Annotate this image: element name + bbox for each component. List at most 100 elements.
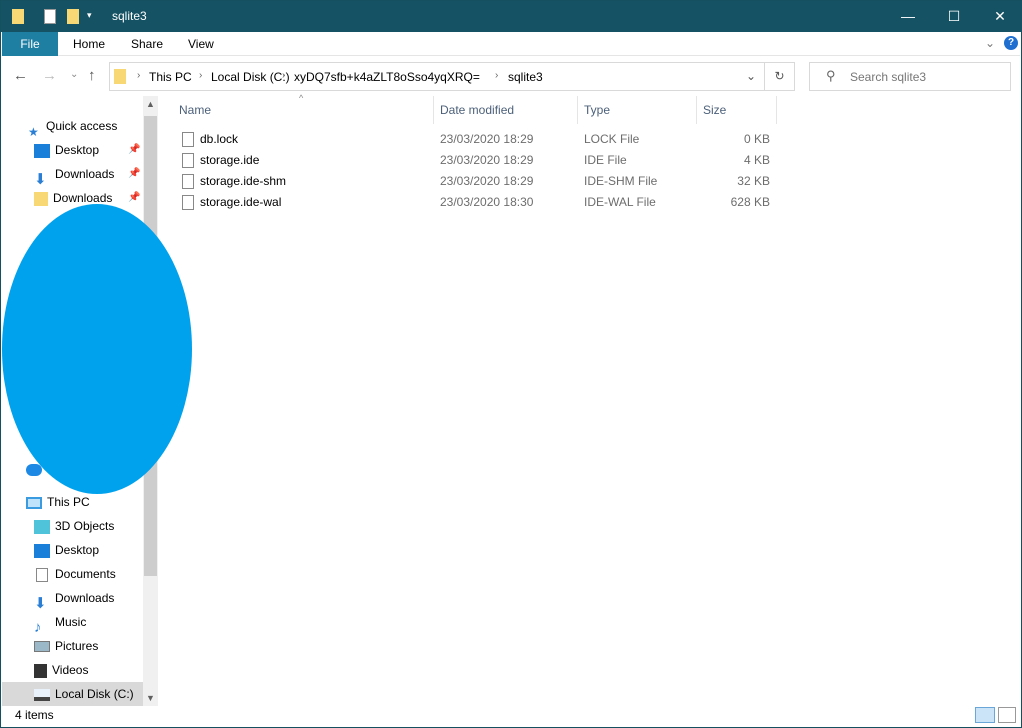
- search-input[interactable]: ⚲ Search sqlite3: [809, 62, 1011, 91]
- column-header-size[interactable]: Size: [697, 96, 777, 124]
- sidebar-item-label: Downloads: [53, 191, 113, 205]
- sidebar-item-label: Pictures: [55, 639, 99, 653]
- sidebar-item-label: Downloads: [55, 167, 115, 181]
- status-bar: 4 items: [2, 704, 1022, 726]
- sidebar-item-label: Downloads: [55, 591, 115, 605]
- ribbon-tabs: File Home Share View ⌄ ?: [2, 32, 1020, 56]
- breadcrumb-sqlite3[interactable]: sqlite3: [508, 70, 543, 84]
- sidebar-item-label: Documents: [55, 567, 116, 581]
- sidebar-item-label: Music: [55, 615, 87, 629]
- details-view-button[interactable]: [975, 707, 995, 723]
- document-icon: [36, 567, 48, 582]
- maximize-button[interactable]: ☐: [931, 1, 977, 32]
- file-row[interactable]: storage.ide 23/03/2020 18:29 IDE File 4 …: [166, 150, 786, 171]
- file-size: 4 KB: [743, 153, 770, 167]
- breadcrumb-folder[interactable]: xyDQ7sfb+k4aZLT8oSso4yqXRQ=: [294, 70, 480, 84]
- address-dropdown-icon[interactable]: ⌄: [746, 69, 756, 83]
- search-placeholder: Search sqlite3: [850, 70, 927, 84]
- file-type: IDE-WAL File: [584, 195, 656, 209]
- file-date: 23/03/2020 18:29: [440, 174, 534, 188]
- file-row[interactable]: storage.ide-wal 23/03/2020 18:30 IDE-WAL…: [166, 192, 786, 213]
- column-header-type[interactable]: Type: [578, 96, 697, 124]
- folder-icon: [12, 9, 24, 24]
- sidebar-item-this-pc[interactable]: This PC: [26, 490, 90, 514]
- file-date: 23/03/2020 18:29: [440, 153, 534, 167]
- cube-icon: [34, 519, 50, 534]
- sidebar-item-label: Quick access: [46, 119, 118, 133]
- download-icon: ⬇: [34, 170, 47, 188]
- sidebar-item-documents[interactable]: Documents: [34, 562, 116, 586]
- help-icon[interactable]: ?: [1004, 36, 1018, 50]
- navigation-bar: ← → ⌄ ↑ › This PC › Local Disk (C:) › xy…: [2, 61, 1020, 91]
- file-size: 0 KB: [743, 132, 770, 146]
- column-header-date[interactable]: Date modified: [434, 96, 578, 124]
- desktop-icon: [34, 543, 50, 558]
- pictures-icon: [34, 641, 50, 653]
- sidebar-item-label: This PC: [47, 495, 90, 509]
- drive-icon: [34, 688, 50, 701]
- title-bar: ▾ sqlite3 — ☐ ✕: [1, 1, 1022, 32]
- sidebar-item-label: Local Disk (C:): [55, 687, 134, 701]
- tab-file[interactable]: File: [2, 32, 58, 56]
- file-icon: [182, 195, 194, 210]
- sidebar-item-label: 3D Objects: [55, 519, 115, 533]
- pin-icon[interactable]: 📌: [128, 144, 140, 155]
- customize-quick-access-icon[interactable]: ▾: [87, 10, 92, 21]
- file-row[interactable]: db.lock 23/03/2020 18:29 LOCK File 0 KB: [166, 129, 786, 150]
- onedrive-icon[interactable]: [26, 464, 42, 476]
- close-button[interactable]: ✕: [977, 1, 1022, 32]
- sidebar-item-label: Desktop: [55, 543, 100, 557]
- file-list: ^ Name Date modified Type Size db.lock 2…: [166, 93, 1020, 706]
- expand-ribbon-icon[interactable]: ⌄: [985, 36, 995, 50]
- large-icons-view-button[interactable]: [998, 707, 1016, 723]
- sidebar-item-downloads[interactable]: ⬇ Downloads: [34, 162, 115, 188]
- back-button[interactable]: ←: [13, 67, 28, 84]
- properties-icon[interactable]: [44, 9, 56, 24]
- file-name: storage.ide-shm: [200, 174, 287, 188]
- item-count: 4 items: [15, 708, 54, 722]
- refresh-button[interactable]: ↻: [765, 62, 795, 91]
- file-icon: [182, 132, 194, 147]
- tab-share[interactable]: Share: [117, 32, 177, 56]
- file-type: IDE-SHM File: [584, 174, 658, 188]
- new-folder-icon[interactable]: [67, 9, 79, 24]
- column-header-name[interactable]: Name: [173, 96, 434, 124]
- file-size: 628 KB: [730, 195, 770, 209]
- pin-icon[interactable]: 📌: [128, 192, 140, 203]
- sidebar-item-pictures[interactable]: Pictures: [34, 634, 98, 658]
- sidebar-item-label: Videos: [52, 663, 89, 677]
- sidebar-item-videos[interactable]: Videos: [34, 658, 88, 682]
- breadcrumb-local-disk[interactable]: Local Disk (C:): [211, 70, 290, 84]
- file-icon: [182, 174, 194, 189]
- file-name: storage.ide: [200, 153, 260, 167]
- folder-icon: [34, 191, 48, 206]
- file-date: 23/03/2020 18:29: [440, 132, 534, 146]
- desktop-icon: [34, 143, 50, 158]
- sidebar-item-quick-access[interactable]: ★ Quick access: [28, 114, 118, 139]
- file-row[interactable]: storage.ide-shm 23/03/2020 18:29 IDE-SHM…: [166, 171, 786, 192]
- up-button[interactable]: ↑: [88, 67, 96, 84]
- sidebar-item-downloads-pc[interactable]: ⬇ Downloads: [34, 586, 115, 612]
- sidebar-item-local-disk[interactable]: Local Disk (C:): [2, 682, 143, 706]
- address-bar[interactable]: › This PC › Local Disk (C:) › xyDQ7sfb+k…: [109, 62, 765, 91]
- recent-locations-button[interactable]: ⌄: [70, 69, 78, 80]
- computer-icon: [26, 496, 42, 509]
- folder-icon: [114, 69, 126, 84]
- sidebar-item-3d-objects[interactable]: 3D Objects: [34, 514, 114, 538]
- sidebar-item-music[interactable]: ♪ Music: [34, 610, 87, 636]
- file-icon: [182, 153, 194, 168]
- scroll-down-icon[interactable]: ▼: [146, 693, 155, 703]
- tab-view[interactable]: View: [174, 32, 228, 56]
- sidebar-item-desktop-pc[interactable]: Desktop: [34, 538, 99, 562]
- breadcrumb-this-pc[interactable]: This PC: [149, 70, 192, 84]
- sidebar-item-desktop[interactable]: Desktop: [34, 138, 99, 162]
- file-name: storage.ide-wal: [200, 195, 282, 209]
- tab-home[interactable]: Home: [59, 32, 119, 56]
- pin-icon[interactable]: 📌: [128, 168, 140, 179]
- minimize-button[interactable]: —: [885, 1, 931, 32]
- file-type: LOCK File: [584, 132, 640, 146]
- scroll-up-icon[interactable]: ▲: [146, 99, 155, 109]
- search-icon: ⚲: [826, 68, 836, 83]
- music-icon: ♪: [34, 618, 42, 636]
- forward-button[interactable]: →: [42, 67, 57, 84]
